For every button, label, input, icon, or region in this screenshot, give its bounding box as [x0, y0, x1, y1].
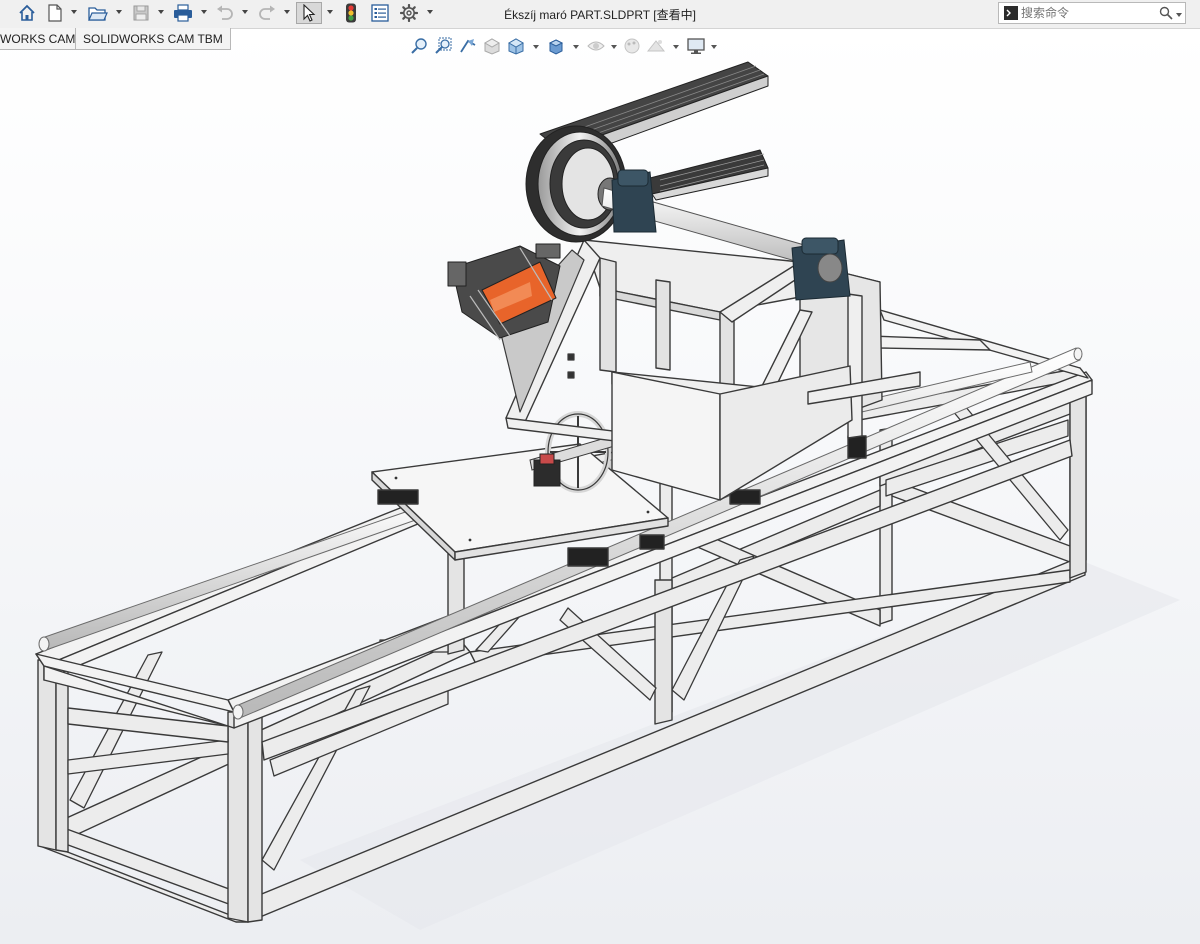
search-input[interactable] [1021, 4, 1151, 22]
chevron-down-icon[interactable] [1175, 11, 1183, 19]
chevron-down-icon[interactable] [326, 8, 334, 16]
undo-button[interactable] [214, 2, 236, 24]
zoom-to-area-icon [435, 37, 452, 54]
machine-model[interactable] [0, 29, 1200, 944]
chevron-down-icon[interactable] [610, 43, 618, 51]
chevron-down-icon[interactable] [115, 8, 123, 16]
view-orientation-icon [507, 38, 525, 55]
tab-solidworks-cam[interactable]: WORKS CAM [0, 28, 84, 50]
chevron-down-icon[interactable] [241, 8, 249, 16]
magnifier-icon[interactable] [1159, 6, 1173, 20]
monitor-icon [687, 38, 705, 54]
redo-icon [259, 5, 275, 20]
home-button[interactable] [14, 2, 40, 24]
view-settings-button[interactable] [686, 35, 706, 57]
window-title: Ékszíj maró PART.SLDPRT [查看中] [504, 8, 696, 22]
print-button[interactable] [171, 2, 195, 24]
section-view-button[interactable] [482, 35, 502, 57]
graphics-area[interactable] [0, 29, 1200, 944]
apply-scene-button[interactable] [646, 35, 666, 57]
chevron-down-icon[interactable] [200, 8, 208, 16]
open-button[interactable] [86, 2, 110, 24]
title-bar: Ékszíj maró PART.SLDPRT [查看中] [0, 0, 1200, 29]
hide-show-items-button[interactable] [586, 35, 606, 57]
previous-view-button[interactable] [458, 35, 478, 57]
traffic-light-icon [346, 3, 356, 23]
chevron-down-icon[interactable] [70, 8, 78, 16]
print-icon [174, 4, 192, 22]
chevron-down-icon[interactable] [532, 43, 540, 51]
display-style-icon [548, 39, 564, 55]
chevron-down-icon[interactable] [710, 43, 718, 51]
select-button[interactable] [296, 2, 322, 24]
command-prompt-icon [1004, 6, 1018, 20]
display-style-button[interactable] [546, 35, 566, 57]
hide-show-icon [587, 41, 605, 51]
edit-appearance-button[interactable] [622, 35, 642, 57]
scene-icon [646, 40, 666, 52]
chevron-down-icon[interactable] [572, 43, 580, 51]
zoom-to-area-button[interactable] [434, 35, 454, 57]
options-button[interactable] [397, 2, 421, 24]
appearance-icon [624, 38, 640, 54]
chevron-down-icon[interactable] [426, 8, 434, 16]
rebuild-button[interactable] [340, 2, 362, 24]
section-view-icon [483, 38, 501, 55]
open-folder-icon [88, 7, 108, 21]
undo-icon [217, 5, 233, 20]
save-icon [133, 5, 149, 21]
new-document-icon [48, 4, 62, 22]
home-icon [19, 4, 35, 21]
zoom-to-fit-icon [411, 38, 427, 54]
chevron-down-icon[interactable] [157, 8, 165, 16]
select-arrow-icon [303, 4, 316, 22]
previous-view-icon [460, 39, 476, 53]
tab-solidworks-cam-tbm[interactable]: SOLIDWORKS CAM TBM [75, 28, 231, 50]
gear-icon [400, 4, 418, 22]
redo-button[interactable] [256, 2, 278, 24]
tab-label: WORKS CAM [0, 32, 76, 46]
chevron-down-icon[interactable] [672, 43, 680, 51]
tab-label: SOLIDWORKS CAM TBM [83, 32, 223, 46]
view-orientation-button[interactable] [506, 35, 526, 57]
new-document-button[interactable] [44, 2, 66, 24]
chevron-down-icon[interactable] [283, 8, 291, 16]
file-properties-icon [371, 4, 389, 22]
zoom-to-fit-button[interactable] [410, 35, 430, 57]
search-commands[interactable] [998, 2, 1186, 24]
file-properties-button[interactable] [368, 2, 392, 24]
save-button[interactable] [130, 2, 152, 24]
